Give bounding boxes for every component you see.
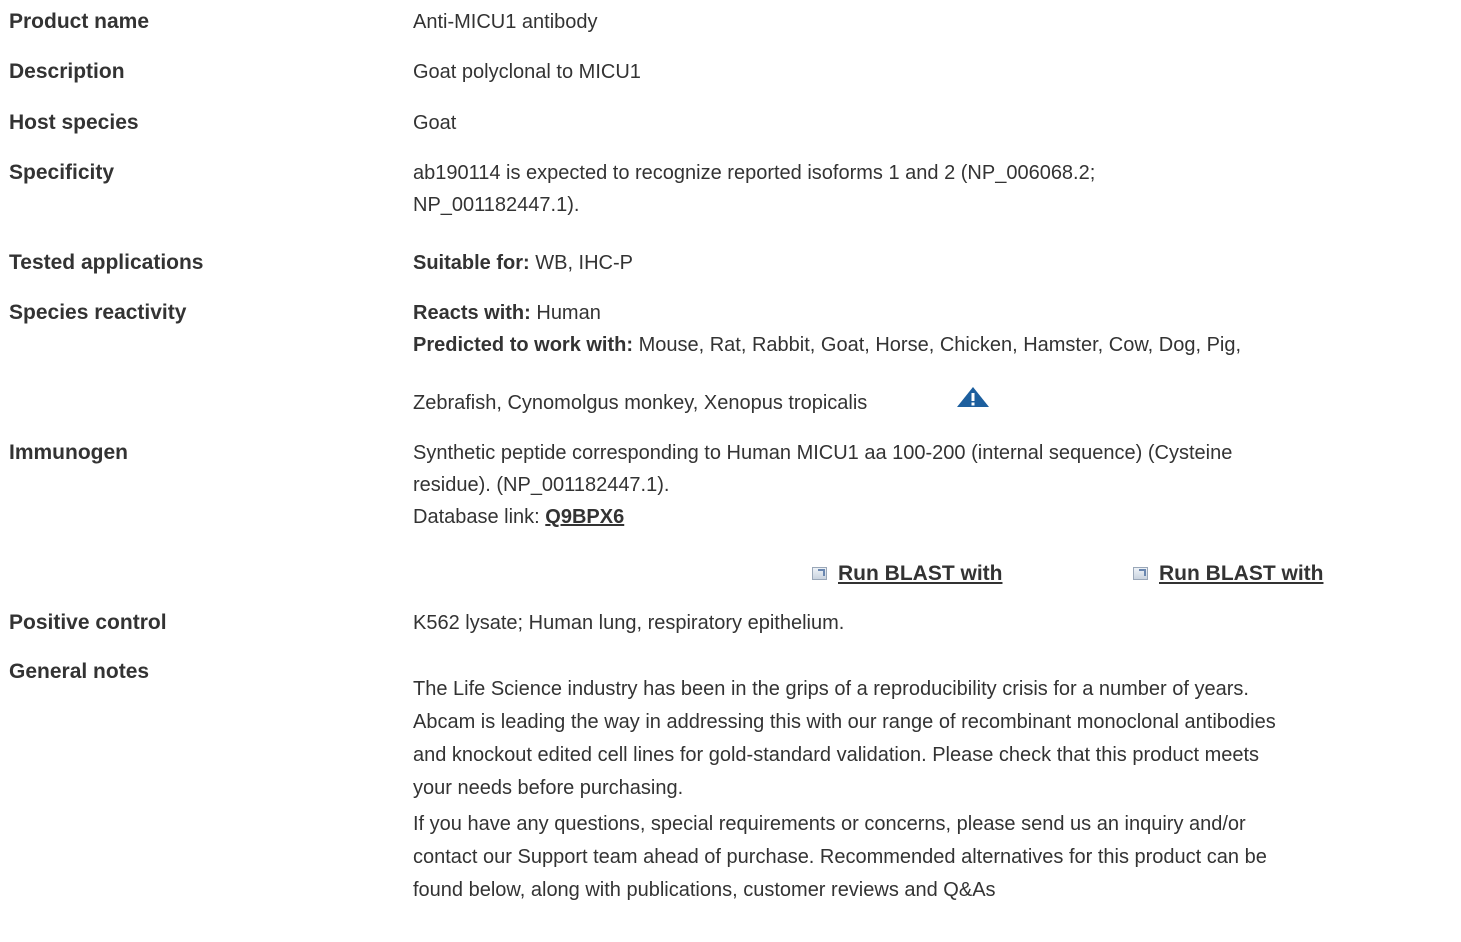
value-predicted-to-work-with: Predicted to work with: Mouse, Rat, Rabb… (413, 329, 1423, 361)
specificity-line-1: ab190114 is expected to recognize report… (413, 162, 1096, 184)
general-notes-paragraph-2: If you have any questions, special requi… (413, 808, 1423, 907)
immunogen-line-1: Synthetic peptide corresponding to Human… (413, 442, 1233, 464)
reacts-with-value: Human (530, 302, 601, 324)
database-link-q9bpx6[interactable]: Q9BPX6 (545, 506, 624, 528)
specificity-line-2: NP_001182447.1). (413, 194, 580, 216)
notes-p1-line-2: Abcam is leading the way in addressing t… (413, 711, 1276, 733)
value-immunogen: Synthetic peptide corresponding to Human… (413, 437, 1423, 533)
run-blast-button-2[interactable]: Run BLAST with (1133, 558, 1323, 590)
value-description: Goat polyclonal to MICU1 (413, 61, 641, 83)
value-specificity: ab190114 is expected to recognize report… (413, 157, 1423, 221)
notes-p2-line-1: If you have any questions, special requi… (413, 813, 1246, 835)
external-link-icon (812, 567, 827, 580)
reacts-with-key: Reacts with: (413, 302, 531, 324)
predicted-key: Predicted to work with: (413, 334, 634, 356)
predicted-line-2: Zebrafish, Cynomolgus monkey, Xenopus tr… (413, 392, 868, 414)
label-tested-applications: Tested applications (9, 251, 204, 274)
warning-triangle-icon[interactable] (956, 386, 990, 408)
database-link-prefix: Database link: (413, 506, 546, 528)
label-positive-control: Positive control (9, 611, 167, 634)
value-host-species: Goat (413, 112, 457, 134)
value-positive-control: K562 lysate; Human lung, respiratory epi… (413, 612, 845, 634)
general-notes-paragraph-1: The Life Science industry has been in th… (413, 673, 1423, 805)
label-host-species: Host species (9, 111, 139, 134)
run-blast-button-1[interactable]: Run BLAST with (812, 558, 1002, 590)
suitable-for-value: WB, IHC-P (529, 252, 634, 274)
value-predicted-line-2: Zebrafish, Cynomolgus monkey, Xenopus tr… (413, 387, 1423, 419)
label-general-notes: General notes (9, 660, 150, 683)
label-specificity: Specificity (9, 161, 115, 184)
value-product-name: Anti-MICU1 antibody (413, 11, 598, 33)
label-description: Description (9, 60, 125, 83)
value-tested-applications: Suitable for: WB, IHC-P (413, 247, 1423, 279)
value-reacts-with: Reacts with: Human (413, 297, 1423, 329)
predicted-line-1: Mouse, Rat, Rabbit, Goat, Horse, Chicken… (633, 334, 1242, 356)
suitable-for-key: Suitable for: (413, 252, 530, 274)
label-immunogen: Immunogen (9, 441, 128, 464)
label-product-name: Product name (9, 10, 150, 33)
database-link-row: Database link: Q9BPX6 (413, 501, 1423, 533)
immunogen-line-2: residue). (NP_001182447.1). (413, 474, 670, 496)
notes-p2-line-2: contact our Support team ahead of purcha… (413, 846, 1267, 868)
notes-p1-line-1: The Life Science industry has been in th… (413, 678, 1249, 700)
notes-p1-line-4: your needs before purchasing. (413, 777, 684, 799)
run-blast-link-2[interactable]: Run BLAST with (1159, 562, 1323, 585)
external-link-icon (1133, 567, 1148, 580)
notes-p1-line-3: and knockout edited cell lines for gold-… (413, 744, 1260, 766)
notes-p2-line-3: found below, along with publications, cu… (413, 879, 996, 901)
run-blast-link-1[interactable]: Run BLAST with (838, 562, 1002, 585)
label-species-reactivity: Species reactivity (9, 301, 187, 324)
